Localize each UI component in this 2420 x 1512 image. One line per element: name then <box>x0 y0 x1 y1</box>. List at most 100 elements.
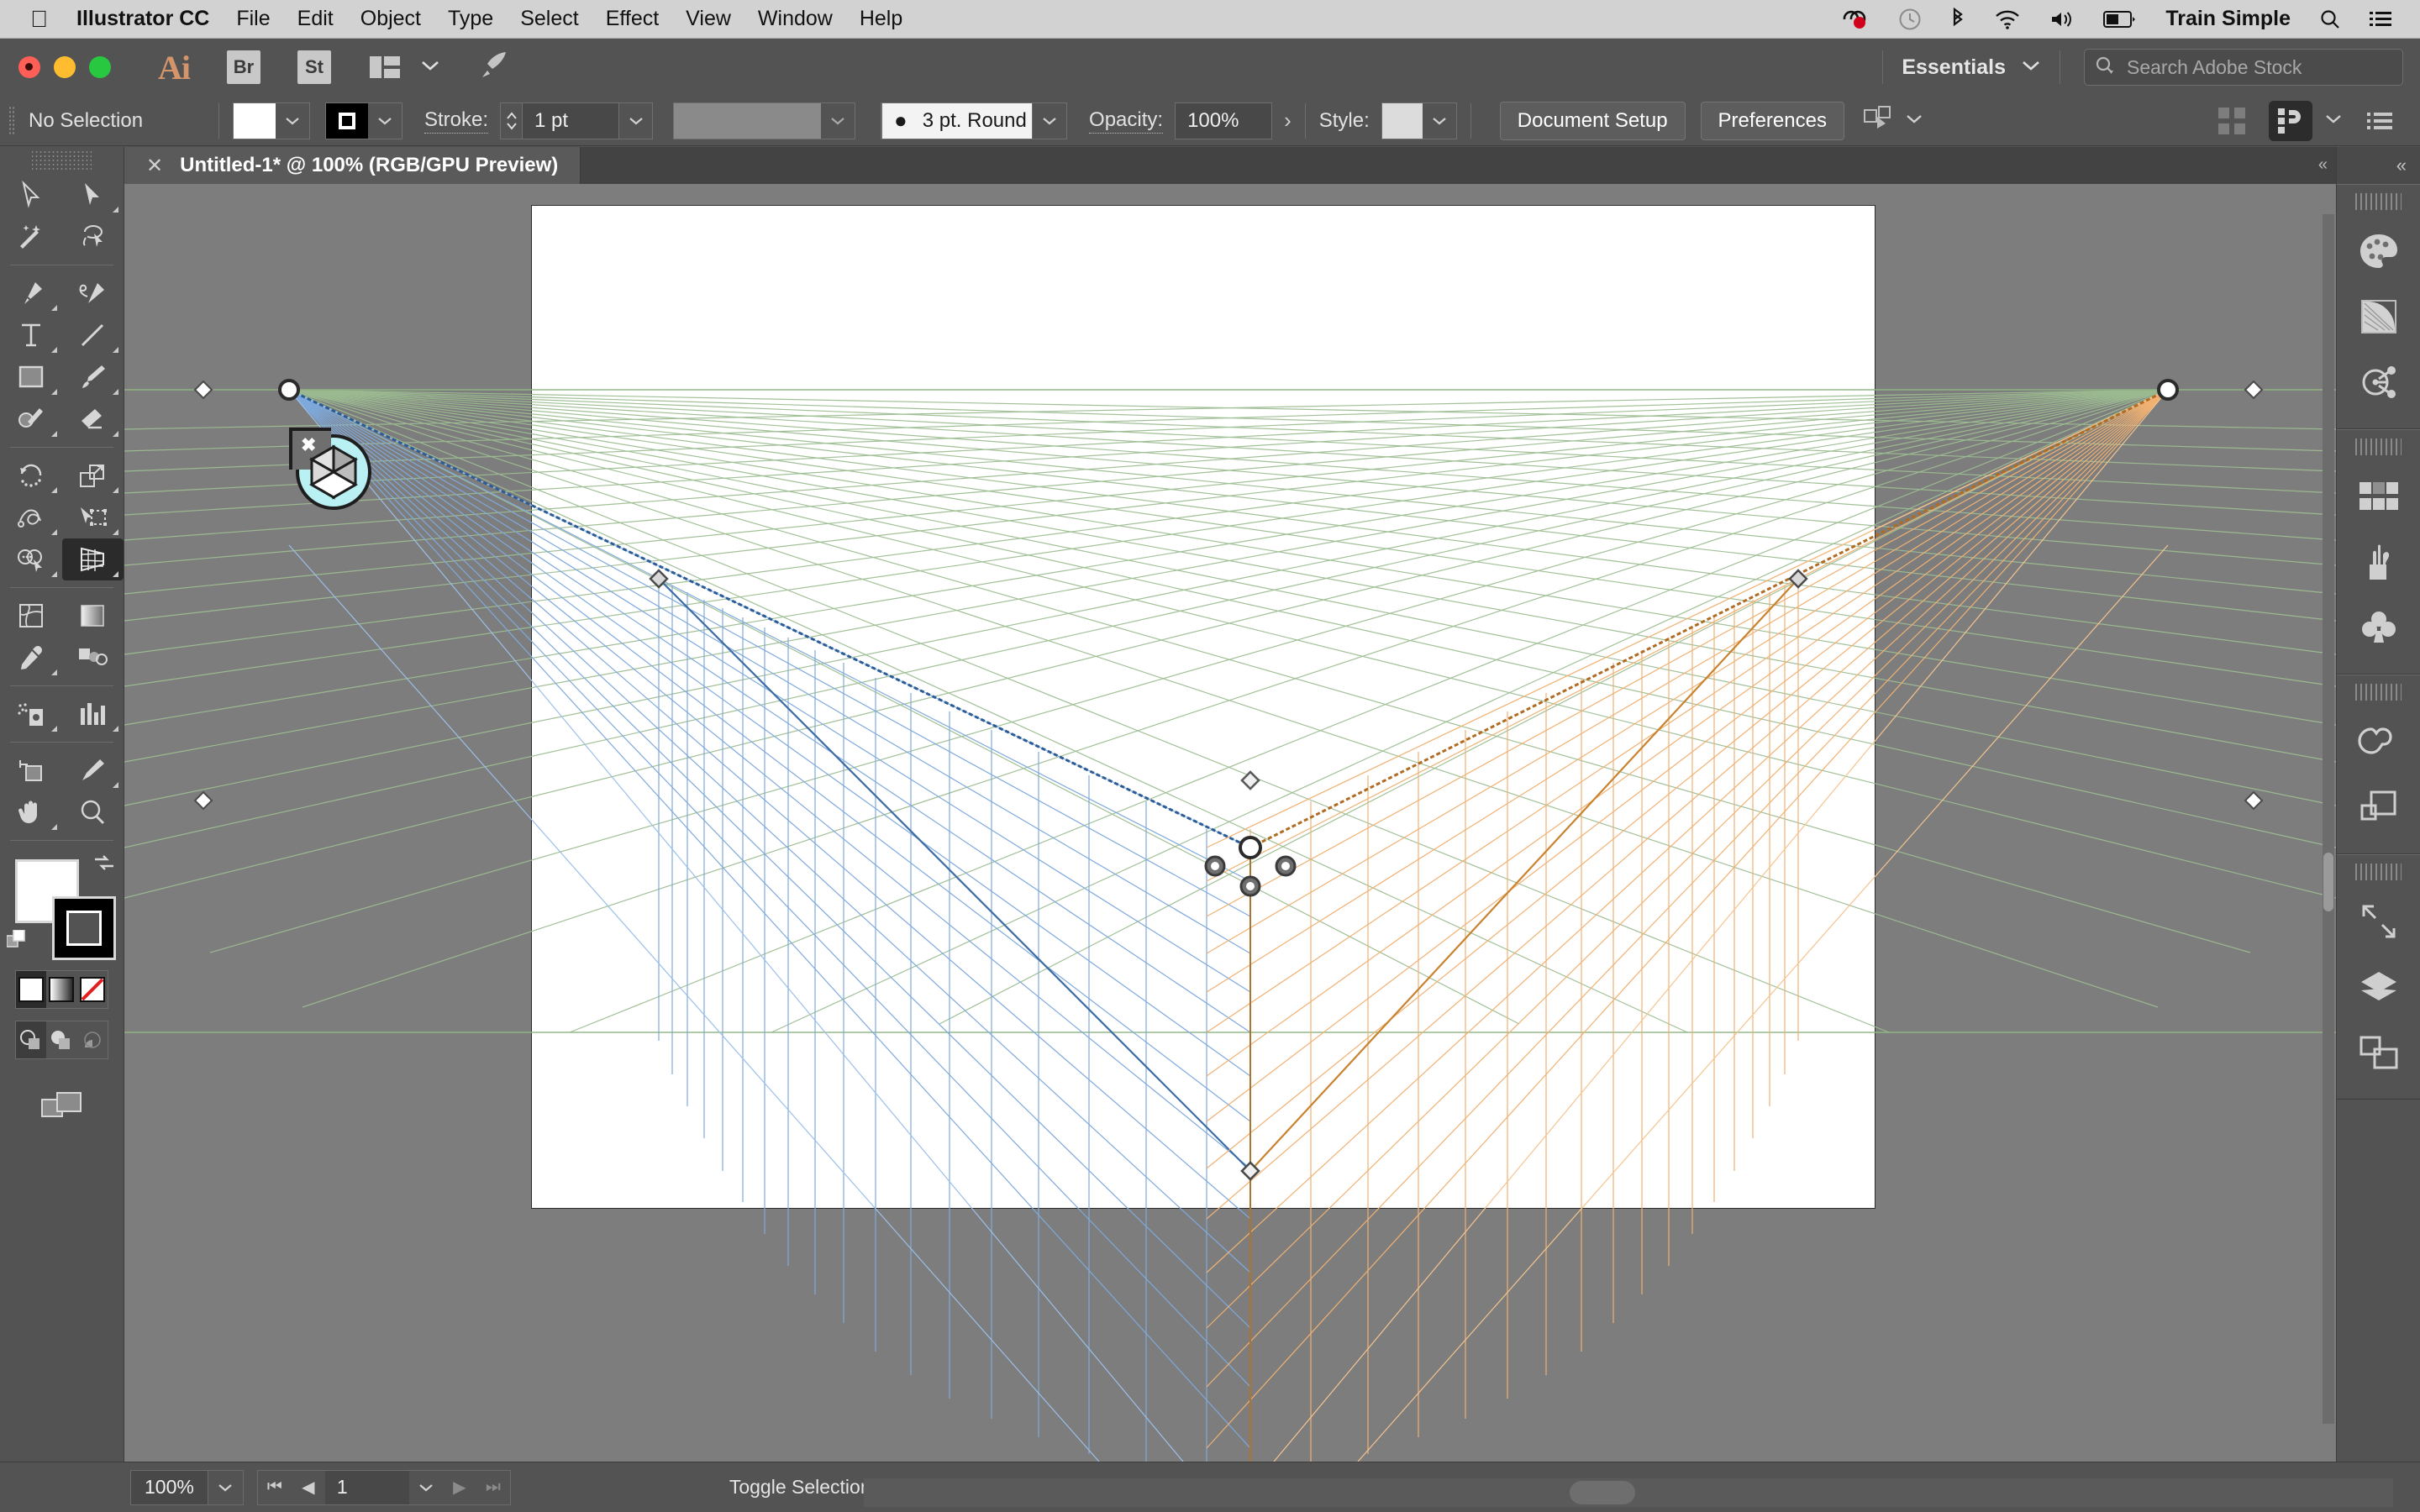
align-panel-icon[interactable] <box>2337 889 2420 954</box>
close-button[interactable] <box>18 56 40 78</box>
select-similar-icon[interactable] <box>1863 105 1893 136</box>
chevron-down-icon[interactable] <box>1423 103 1456 139</box>
chevron-down-icon[interactable] <box>420 59 440 76</box>
slice-tool[interactable] <box>62 749 124 791</box>
scale-tool[interactable] <box>62 454 124 496</box>
default-fill-stroke-icon[interactable] <box>7 930 29 956</box>
draw-inside-button[interactable] <box>77 1021 108 1058</box>
close-icon[interactable]: ✕ <box>146 154 163 178</box>
magic-wand-tool[interactable] <box>0 216 62 258</box>
stock-button[interactable]: St <box>297 50 331 84</box>
battery-icon[interactable] <box>2103 10 2137 29</box>
dock-group-gripper[interactable] <box>2355 193 2402 210</box>
color-guide-panel-icon[interactable] <box>2337 284 2420 349</box>
menu-type[interactable]: Type <box>448 7 493 31</box>
hand-tool[interactable] <box>0 791 62 833</box>
workspace-switcher[interactable]: Essentials <box>1902 55 2006 80</box>
lasso-tool[interactable] <box>62 216 124 258</box>
brush-style-control[interactable]: ● 3 pt. Round <box>881 102 1067 139</box>
menu-effect[interactable]: Effect <box>606 7 659 31</box>
change-screen-mode-icon[interactable] <box>0 1089 124 1123</box>
control-bar-gripper[interactable] <box>8 106 15 136</box>
chevron-down-icon[interactable] <box>2324 113 2343 129</box>
chevron-down-icon[interactable] <box>1033 103 1066 139</box>
document-setup-button[interactable]: Document Setup <box>1500 102 1686 140</box>
wifi-icon[interactable] <box>1994 9 2021 29</box>
cc-libraries-panel-icon[interactable] <box>2337 709 2420 774</box>
chevron-down-icon[interactable] <box>619 102 653 139</box>
shape-builder-tool[interactable] <box>0 538 62 580</box>
chevron-double-left-icon[interactable]: « <box>2318 155 2328 175</box>
dock-group-gripper[interactable] <box>2355 438 2402 455</box>
search-icon[interactable] <box>2319 8 2341 30</box>
eyedropper-tool[interactable] <box>0 637 62 679</box>
last-page-icon[interactable]: ⏭ <box>476 1471 510 1504</box>
blend-tool[interactable] <box>62 637 124 679</box>
transform-panel-icon[interactable] <box>2337 1020 2420 1085</box>
perspective-grid[interactable] <box>124 184 2336 1462</box>
chevron-down-icon[interactable] <box>368 103 402 139</box>
zoom-button[interactable] <box>89 56 111 78</box>
chevron-down-icon[interactable] <box>1905 113 1923 129</box>
eraser-tool[interactable] <box>62 398 124 440</box>
stroke-swatch[interactable] <box>326 103 368 139</box>
draw-behind-button[interactable] <box>46 1021 76 1058</box>
horizontal-scroll-thumb[interactable] <box>1570 1481 1635 1504</box>
menu-window[interactable]: Window <box>758 7 833 31</box>
free-transform-tool[interactable] <box>62 496 124 538</box>
align-grid-icon[interactable] <box>2210 101 2254 141</box>
stroke-weight-stepper[interactable] <box>500 102 522 139</box>
chevron-down-icon[interactable] <box>821 103 855 139</box>
graphic-style-control[interactable] <box>1381 102 1457 139</box>
paintbrush-tool[interactable] <box>62 356 124 398</box>
draw-normal-button[interactable] <box>16 1021 46 1058</box>
list-menu-icon[interactable] <box>2358 101 2402 141</box>
cube-icon[interactable] <box>308 444 360 500</box>
rocket-icon[interactable] <box>477 49 511 87</box>
bluetooth-icon[interactable] <box>1950 8 1965 31</box>
fill-swatch-control[interactable] <box>233 102 310 139</box>
gradient-tool[interactable] <box>62 595 124 637</box>
stroke-panel-icon[interactable] <box>2337 349 2420 415</box>
time-machine-icon[interactable] <box>1898 8 1922 31</box>
chevron-double-right-icon[interactable]: « <box>2337 147 2420 184</box>
stroke-color-swatch[interactable] <box>52 896 116 960</box>
volume-icon[interactable] <box>2049 9 2075 29</box>
zoom-tool[interactable] <box>62 791 124 833</box>
horizontal-scrollbar[interactable] <box>864 1478 2393 1507</box>
zoom-level-control[interactable]: 100% <box>130 1470 244 1505</box>
menu-select[interactable]: Select <box>520 7 578 31</box>
brush-definition-swatch[interactable] <box>674 103 821 139</box>
width-tool[interactable] <box>0 496 62 538</box>
menu-view[interactable]: View <box>686 7 731 31</box>
menubar-user-name[interactable]: Train Simple <box>2165 7 2291 31</box>
minimize-button[interactable] <box>54 56 76 78</box>
dock-group-gripper[interactable] <box>2355 864 2402 880</box>
page-number-input[interactable]: 1 <box>325 1471 409 1504</box>
artboard-tool[interactable] <box>0 749 62 791</box>
pen-tool[interactable] <box>0 272 62 314</box>
search-input[interactable]: Search Adobe Stock <box>2084 49 2403 86</box>
menu-help[interactable]: Help <box>860 7 902 31</box>
type-tool[interactable] <box>0 314 62 356</box>
brushes-panel-icon[interactable] <box>2337 529 2420 595</box>
document-tab[interactable]: ✕ Untitled-1* @ 100% (RGB/GPU Preview) <box>124 147 581 184</box>
brush-style-value[interactable]: ● 3 pt. Round <box>881 102 1033 139</box>
screen-recording-icon[interactable] <box>1841 8 1870 30</box>
fill-swatch[interactable] <box>234 103 276 139</box>
dock-group-gripper[interactable] <box>2355 684 2402 701</box>
artboards-panel-icon[interactable] <box>2337 774 2420 840</box>
plane-switching-widget[interactable]: ✖ <box>289 428 376 515</box>
rotate-tool[interactable] <box>0 454 62 496</box>
stroke-swatch-control[interactable] <box>325 102 402 139</box>
first-page-icon[interactable]: ⏮ <box>258 1471 292 1504</box>
menu-object[interactable]: Object <box>360 7 421 31</box>
chevron-down-icon[interactable] <box>208 1471 243 1504</box>
apple-icon[interactable]:  <box>30 8 48 31</box>
style-swatch[interactable] <box>1382 103 1423 139</box>
stroke-weight-input[interactable]: 1 pt <box>522 102 619 139</box>
prev-page-icon[interactable]: ◀ <box>292 1471 325 1504</box>
none-mode-button[interactable] <box>77 971 108 1008</box>
color-mode-button[interactable] <box>16 971 46 1008</box>
vertical-scrollbar[interactable] <box>2323 214 2334 1424</box>
